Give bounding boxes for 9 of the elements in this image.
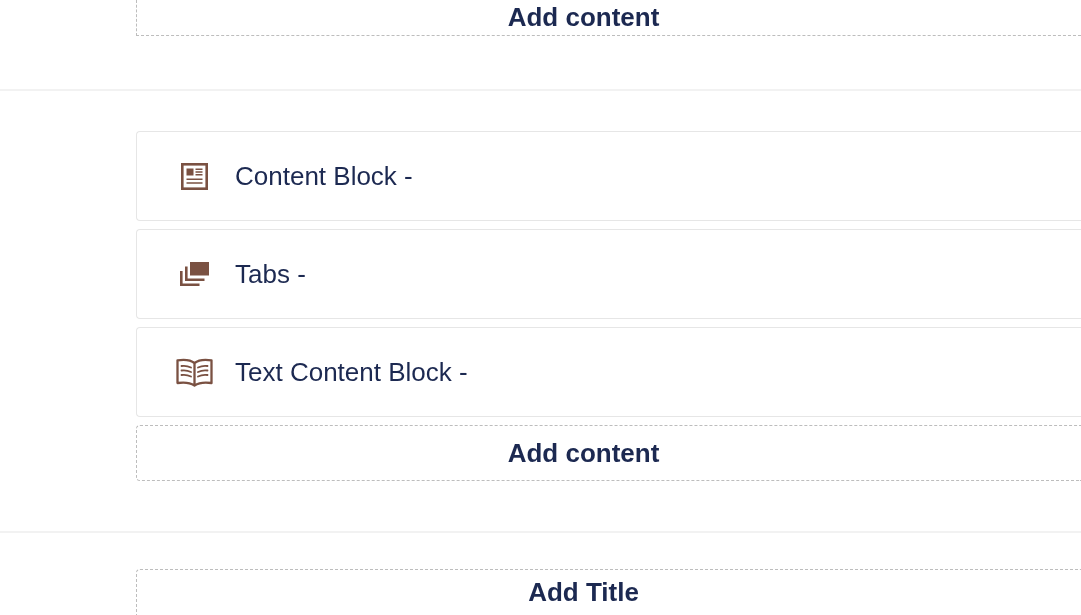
add-button[interactable]: Add content xyxy=(136,0,1081,36)
add-button[interactable]: Add content xyxy=(136,425,1081,481)
open-book-icon xyxy=(176,357,213,387)
content-item[interactable]: Text Content Block - xyxy=(136,327,1081,417)
newspaper-icon xyxy=(181,162,208,190)
content-item[interactable]: Tabs - xyxy=(136,229,1081,319)
stacked-cards-icon xyxy=(180,262,209,286)
add-button[interactable]: Add Title xyxy=(136,569,1081,615)
content-item[interactable]: Content Block - xyxy=(136,131,1081,221)
